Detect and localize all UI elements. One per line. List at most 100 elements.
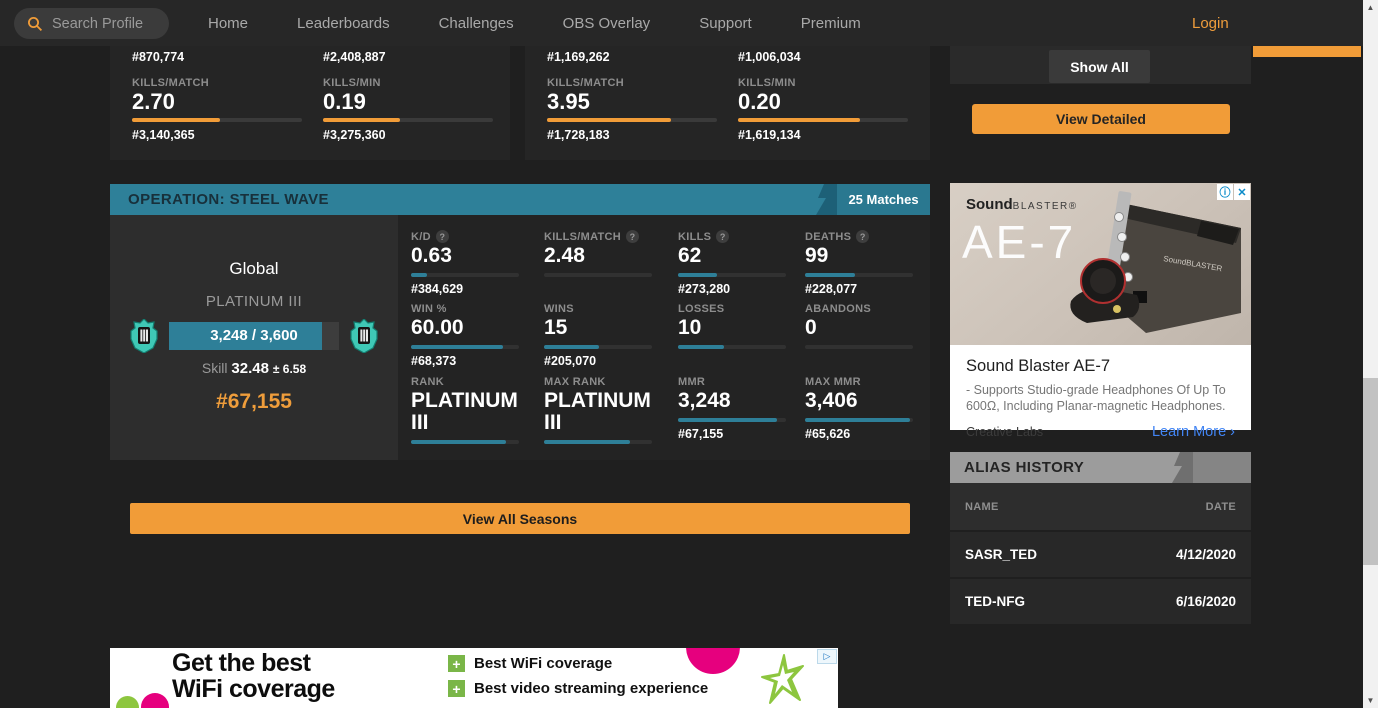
bolt-divider-icon: [802, 184, 842, 215]
star-logo-icon: [760, 653, 806, 705]
nav-item-home[interactable]: Home: [208, 15, 248, 32]
placement-rank: #67,155: [110, 390, 398, 414]
alias-date: 6/16/2020: [1176, 594, 1236, 609]
season-stat-value: 15: [544, 317, 656, 339]
ad-close-icon[interactable]: ✕: [1234, 184, 1250, 200]
stat-rank-above: #1,006,034: [738, 50, 908, 64]
scrollbar[interactable]: ▲ ▼: [1363, 0, 1378, 708]
scroll-down-icon[interactable]: ▼: [1363, 693, 1378, 708]
stat-bar: [547, 118, 717, 122]
ad-title: Sound Blaster AE-7: [966, 357, 1235, 376]
season-stat-label: ABANDONS: [805, 303, 930, 315]
alias-name: SASR_TED: [965, 547, 1037, 562]
rank-badge-icon: [130, 319, 158, 353]
season-stat-bar-fill: [544, 345, 599, 349]
mmr-progress-bar: 3,248 / 3,600: [169, 322, 339, 350]
sidebar-ad[interactable]: SoundBLASTER® AE-7 SoundBLASTER: [950, 183, 1251, 430]
ad-learn-more-link[interactable]: Learn More ›: [1152, 424, 1235, 440]
banner-bullet: +Best WiFi coverage: [448, 655, 708, 672]
season-stat-cell: ABANDONS 0: [805, 303, 930, 376]
stat-value: 2.70: [132, 90, 302, 113]
banner-green-dot: [116, 696, 139, 708]
season-stat-value: PLATINUM III: [544, 390, 656, 434]
alias-date: 4/12/2020: [1176, 547, 1236, 562]
season-stat-cell: RANKPLATINUM III: [411, 376, 544, 460]
help-icon[interactable]: ?: [436, 230, 449, 243]
season-stat-value: 99: [805, 245, 917, 267]
stat-rank-above: #2,408,887: [323, 50, 493, 64]
season-stat-bar: [411, 273, 519, 277]
season-stat-bar: [544, 345, 652, 349]
stat-bar-fill: [547, 118, 671, 122]
show-all-button[interactable]: Show All: [1049, 50, 1150, 83]
season-stat-bar: [544, 440, 652, 444]
banner-ad[interactable]: Get the best WiFi coverage +Best WiFi co…: [110, 648, 838, 708]
alias-name: TED-NFG: [965, 594, 1025, 609]
nav-item-support[interactable]: Support: [699, 15, 752, 32]
banner-headline: Get the best WiFi coverage: [172, 650, 335, 702]
stat-card: #1,169,262KILLS/MATCH3.95#1,728,183 #1,00…: [525, 46, 930, 160]
season-stat-label-text: KILLS/MATCH: [544, 231, 621, 243]
alias-table-body: SASR_TED 4/12/2020 TED-NFG 6/16/2020: [950, 532, 1251, 626]
season-stat-bar-fill: [805, 418, 910, 422]
scrollbar-thumb[interactable]: [1363, 378, 1378, 565]
page: #870,774KILLS/MATCH2.70#3,140,365 #2,408,…: [0, 0, 1378, 708]
alias-table-head: NAME DATE: [950, 483, 1251, 530]
nav-item-leaderboards[interactable]: Leaderboards: [297, 15, 390, 32]
help-icon[interactable]: ?: [626, 230, 639, 243]
season-stat-label-text: WIN %: [411, 303, 447, 315]
season-stat-label: MAX RANK: [544, 376, 678, 388]
banner-bullets: +Best WiFi coverage+Best video streaming…: [448, 655, 708, 697]
season-stat-label: MAX MMR: [805, 376, 930, 388]
season-stat-cell: KILLS/MATCH?2.48: [544, 230, 678, 303]
search-input[interactable]: Search Profile: [14, 8, 169, 39]
season-stat-label-text: MAX MMR: [805, 376, 861, 388]
stat-value: 0.19: [323, 90, 493, 113]
nav-item-obs-overlay[interactable]: OBS Overlay: [563, 15, 651, 32]
season-stat-bar: [411, 440, 519, 444]
season-stat-value: 0: [805, 317, 917, 339]
alias-col-name: NAME: [965, 501, 999, 513]
alias-history-header: ALIAS HISTORY: [950, 452, 1251, 483]
season-stat-cell: MAX MMR3,406#65,626: [805, 376, 930, 460]
season-stat-rank: #68,373: [411, 354, 544, 369]
season-stat-label: WIN %: [411, 303, 544, 315]
season-header: OPERATION: STEEL WAVE 25 Matches: [110, 184, 930, 215]
skill-value: 32.48: [231, 360, 269, 377]
stat-rank-below: #3,275,360: [323, 128, 493, 142]
season-stat-bar-fill: [678, 345, 724, 349]
season-stat-value: 62: [678, 245, 790, 267]
stat-card-column: #870,774KILLS/MATCH2.70#3,140,365: [132, 50, 302, 142]
login-link[interactable]: Login: [1192, 0, 1229, 46]
view-all-seasons-button[interactable]: View All Seasons: [130, 503, 910, 534]
season-stat-rank: #65,626: [805, 427, 930, 442]
season-stat-label-text: ABANDONS: [805, 303, 871, 315]
stat-label: KILLS/MIN: [323, 77, 493, 89]
ad-info-icon[interactable]: ⓘ: [1217, 184, 1233, 200]
season-stat-label: LOSSES: [678, 303, 805, 315]
search-placeholder: Search Profile: [52, 16, 143, 32]
view-detailed-button[interactable]: View Detailed: [972, 104, 1230, 134]
alias-history-title: ALIAS HISTORY: [964, 452, 1084, 483]
season-stat-label-text: KILLS: [678, 231, 711, 243]
stat-rank-above: #870,774: [132, 50, 302, 64]
season-stat-bar: [544, 273, 652, 277]
nav-item-challenges[interactable]: Challenges: [439, 15, 514, 32]
stat-rank-above: #1,169,262: [547, 50, 717, 64]
nav-item-premium[interactable]: Premium: [801, 15, 861, 32]
season-stat-cell: K/D?0.63#384,629: [411, 230, 544, 303]
banner-bullet-text: Best WiFi coverage: [474, 655, 612, 672]
help-icon[interactable]: ?: [716, 230, 729, 243]
skill-label: Skill: [202, 360, 228, 376]
season-stat-bar: [678, 418, 786, 422]
season-stat-bar-fill: [805, 273, 855, 277]
scroll-up-icon[interactable]: ▲: [1363, 0, 1378, 15]
help-icon[interactable]: ?: [856, 230, 869, 243]
stat-card-column: #1,169,262KILLS/MATCH3.95#1,728,183: [547, 50, 717, 142]
season-stat-cell: WINS15#205,070: [544, 303, 678, 376]
season-stat-rank: #205,070: [544, 354, 678, 369]
mmr-progress-row: 3,248 / 3,600: [110, 319, 398, 353]
season-stat-value: 60.00: [411, 317, 523, 339]
season-stat-label: KILLS/MATCH?: [544, 230, 678, 243]
adchoices-icon[interactable]: ▷: [817, 649, 837, 664]
